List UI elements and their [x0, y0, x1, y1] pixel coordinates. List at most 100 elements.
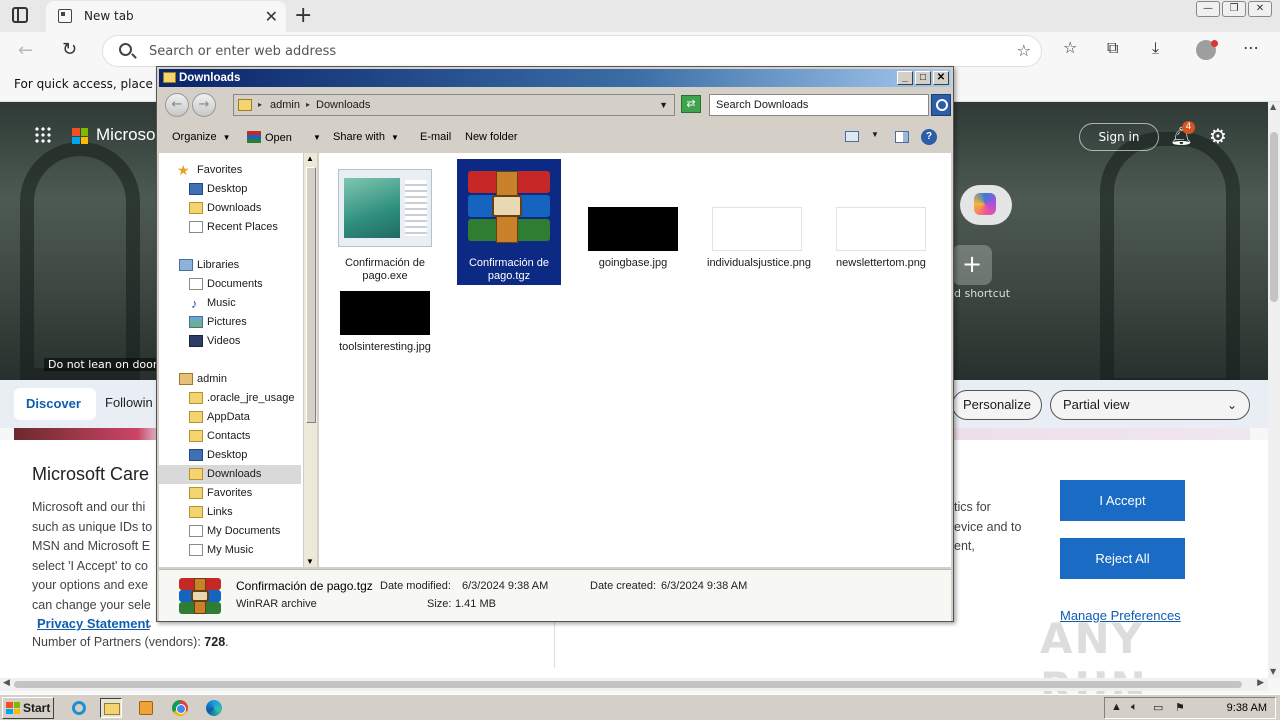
scroll-down-arrow-icon[interactable]: ▼: [306, 557, 314, 566]
taskbar-explorer[interactable]: [100, 698, 122, 718]
network-icon[interactable]: ▭: [1153, 701, 1163, 714]
nav-links[interactable]: Links: [159, 503, 301, 522]
scroll-right-arrow-icon[interactable]: ▶: [1257, 678, 1264, 688]
change-view-icon[interactable]: [845, 131, 859, 142]
taskbar-ie[interactable]: [68, 698, 90, 718]
personalize-button[interactable]: Personalize: [952, 390, 1042, 420]
new-tab-plus-icon[interactable]: +: [294, 3, 312, 28]
nav-music[interactable]: ♪ Music: [159, 294, 301, 313]
organize-button[interactable]: Organize ▼: [172, 131, 231, 143]
minimize-icon[interactable]: —: [1196, 1, 1220, 17]
reject-all-button[interactable]: Reject All: [1060, 538, 1185, 579]
new-folder-button[interactable]: New folder: [465, 131, 518, 143]
scroll-down-arrow-icon[interactable]: ▼: [1270, 667, 1276, 676]
nav-pictures[interactable]: Pictures: [159, 313, 301, 332]
scrollbar-thumb[interactable]: [1270, 132, 1278, 302]
nav-user-downloads[interactable]: Downloads: [159, 465, 301, 484]
email-button[interactable]: E-mail: [420, 131, 451, 143]
search-icon[interactable]: [931, 94, 951, 116]
close-tab-icon[interactable]: ✕: [265, 7, 278, 26]
file-item[interactable]: newslettertom.png: [829, 159, 933, 285]
profile-avatar[interactable]: [1196, 40, 1218, 60]
nav-videos[interactable]: Videos: [159, 332, 301, 351]
nav-user-favorites[interactable]: Favorites: [159, 484, 301, 503]
file-item[interactable]: individualsjustice.png: [705, 159, 811, 285]
file-item[interactable]: toolsinteresting.jpg: [333, 289, 437, 415]
help-icon[interactable]: ?: [921, 129, 937, 145]
view-mode-select[interactable]: Partial view ⌄: [1050, 390, 1250, 420]
scroll-up-arrow-icon[interactable]: ▲: [1270, 102, 1276, 111]
settings-gear-icon[interactable]: ⚙: [1209, 124, 1227, 148]
forward-arrow-icon[interactable]: →: [192, 93, 216, 117]
security-flag-icon[interactable]: ⚑: [1175, 701, 1185, 714]
restore-icon[interactable]: ❐: [1222, 1, 1246, 17]
clock[interactable]: 9:38 AM: [1227, 702, 1267, 714]
nav-documents[interactable]: Documents: [159, 275, 301, 294]
maximize-icon[interactable]: □: [915, 71, 931, 85]
back-arrow-icon[interactable]: ←: [18, 40, 33, 61]
open-button[interactable]: Open: [247, 131, 292, 144]
app-launcher-icon[interactable]: [34, 126, 52, 144]
tab-actions-icon[interactable]: [12, 7, 28, 23]
preview-pane-icon[interactable]: [895, 131, 909, 143]
nav-my-documents[interactable]: My Documents: [159, 522, 301, 541]
tab-discover[interactable]: Discover: [14, 388, 96, 420]
more-menu-icon[interactable]: ⋯: [1243, 38, 1259, 57]
taskbar-chrome[interactable]: [169, 698, 191, 718]
tab-new-tab[interactable]: New tab ✕: [46, 1, 286, 32]
nav-downloads[interactable]: Downloads: [159, 199, 301, 218]
nav-libraries[interactable]: Libraries: [159, 256, 301, 275]
back-arrow-icon[interactable]: ←: [165, 93, 189, 117]
nav-appdata[interactable]: AppData: [159, 408, 301, 427]
accept-button[interactable]: I Accept: [1060, 480, 1185, 521]
taskbar-media-player[interactable]: [135, 698, 157, 718]
reload-icon[interactable]: ↻: [62, 39, 77, 60]
nav-recent-places[interactable]: Recent Places: [159, 218, 301, 237]
start-button[interactable]: Start: [2, 697, 54, 719]
search-input[interactable]: Search Downloads: [709, 94, 929, 116]
nav-favorites[interactable]: ★ Favorites: [159, 161, 301, 180]
nav-desktop[interactable]: Desktop: [159, 180, 301, 199]
share-with-button[interactable]: Share with ▼: [333, 131, 399, 143]
volume-icon[interactable]: 🔈︎: [1131, 701, 1138, 714]
nav-my-music[interactable]: My Music: [159, 541, 301, 560]
page-vertical-scrollbar[interactable]: ▲ ▼: [1268, 102, 1280, 678]
file-item[interactable]: Confirmación de pago.exe: [333, 159, 437, 285]
breadcrumb-arrow-icon[interactable]: ▸: [258, 95, 262, 115]
taskbar-edge[interactable]: [203, 698, 225, 718]
copilot-icon[interactable]: [960, 185, 1012, 225]
breadcrumb[interactable]: ▸ admin ▸ Downloads ▼: [233, 94, 675, 116]
address-input[interactable]: Search or enter web address ☆: [102, 35, 1042, 67]
minimize-icon[interactable]: _: [897, 71, 913, 85]
chevron-down-icon[interactable]: ▼: [871, 130, 879, 139]
breadcrumb-admin[interactable]: admin: [270, 95, 300, 115]
nav-contacts[interactable]: Contacts: [159, 427, 301, 446]
sign-in-button[interactable]: Sign in: [1079, 123, 1159, 151]
file-item[interactable]: Confirmación de pago.tgz: [457, 159, 561, 285]
page-horizontal-scrollbar[interactable]: ◀ ▶: [0, 678, 1268, 691]
close-icon[interactable]: ✕: [933, 71, 949, 85]
close-window-icon[interactable]: ✕: [1248, 1, 1272, 17]
breadcrumb-arrow-icon[interactable]: ▸: [306, 95, 310, 115]
scrollbar-thumb[interactable]: [14, 681, 1242, 688]
nav-admin[interactable]: admin: [159, 370, 301, 389]
add-shortcut-button[interactable]: +: [952, 245, 992, 285]
downloads-icon[interactable]: ⤓: [1152, 38, 1159, 58]
nav-user-desktop[interactable]: Desktop: [159, 446, 301, 465]
scrollbar-thumb[interactable]: [306, 167, 316, 423]
file-item[interactable]: goingbase.jpg: [581, 159, 685, 285]
privacy-statement-link[interactable]: Privacy Statement: [37, 616, 150, 631]
breadcrumb-downloads[interactable]: Downloads: [316, 95, 370, 115]
favorites-icon[interactable]: ☆: [1063, 38, 1077, 57]
scroll-left-arrow-icon[interactable]: ◀: [3, 678, 10, 688]
add-favorite-icon[interactable]: ☆: [1017, 41, 1031, 60]
collections-icon[interactable]: ⧉: [1107, 38, 1118, 58]
refresh-icon[interactable]: ⇄: [681, 95, 701, 113]
nav-pane-scrollbar[interactable]: ▲ ▼: [303, 153, 317, 567]
scroll-up-arrow-icon[interactable]: ▲: [306, 154, 314, 163]
open-with-dropdown[interactable]: ▼: [307, 131, 321, 143]
explorer-title-bar[interactable]: Downloads _ □ ✕: [159, 69, 951, 87]
tab-following[interactable]: Followin: [105, 395, 153, 410]
nav-oracle-jre-usage[interactable]: .oracle_jre_usage: [159, 389, 301, 408]
show-hidden-icons-arrow-icon[interactable]: ▲: [1111, 701, 1122, 713]
